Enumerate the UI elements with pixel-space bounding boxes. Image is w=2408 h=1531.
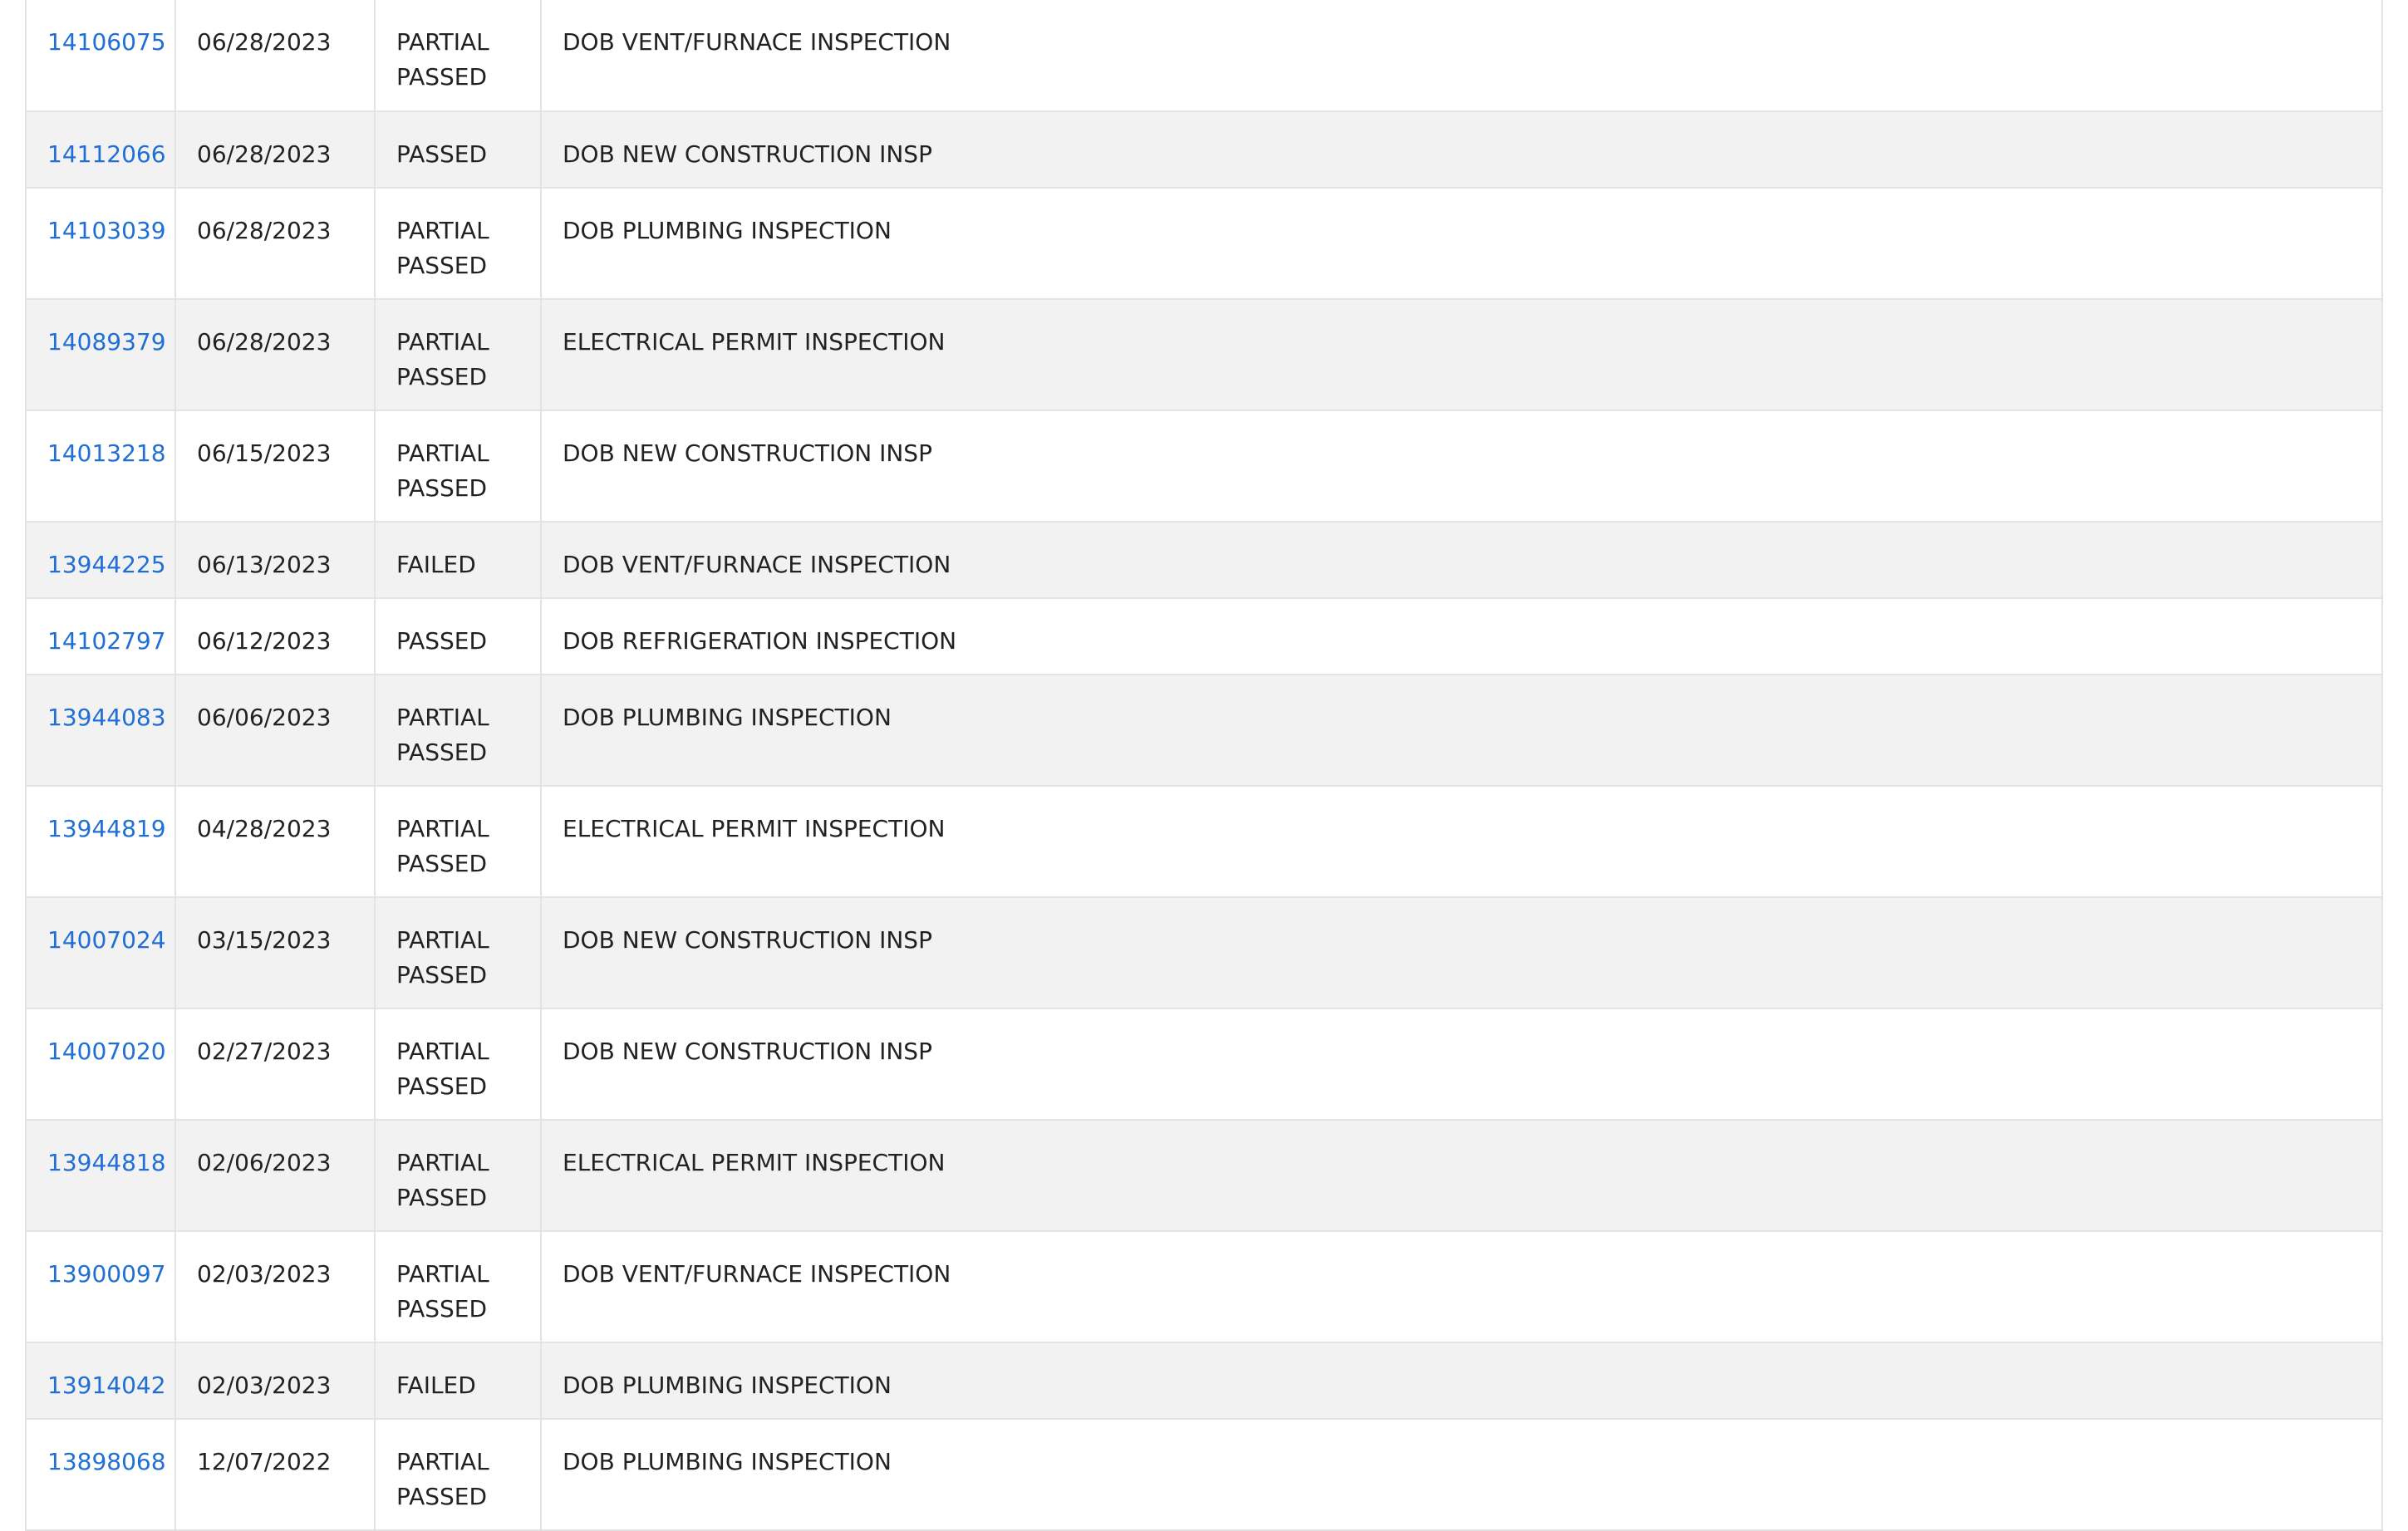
inspection-id-cell: 14089379 (25, 299, 175, 411)
inspection-id-cell: 13944818 (25, 1120, 175, 1232)
inspection-id-link[interactable]: 13898068 (47, 1448, 166, 1475)
inspection-id-link[interactable]: 14102797 (47, 627, 166, 655)
inspection-result: PARTIAL PASSED (374, 897, 541, 1009)
inspection-result: PASSED (374, 598, 541, 675)
inspection-type: DOB VENT/FURNACE INSPECTION (540, 522, 2383, 599)
inspection-id-link[interactable]: 14007024 (47, 926, 166, 954)
inspections-table: 14106075 06/28/2023 PARTIAL PASSED DOB VENT… (25, 0, 2383, 1531)
table-row: 13944819 04/28/2023 PARTIAL PASSED ELECTRIC… (25, 786, 2383, 898)
table-row: 14007024 03/15/2023 PARTIAL PASSED DOB NEW … (25, 897, 2383, 1009)
inspection-date: 12/07/2022 (174, 1419, 375, 1531)
table-row: 13898068 12/07/2022 PARTIAL PASSED DOB PLUM… (25, 1419, 2383, 1531)
table-row: 14089379 06/28/2023 PARTIAL PASSED ELECTRIC… (25, 299, 2383, 411)
inspection-id-cell: 14013218 (25, 410, 175, 523)
inspection-id-cell: 13944083 (25, 675, 175, 787)
table-row: 13914042 02/03/2023 FAILED DOB PLUMBING INS… (25, 1342, 2383, 1420)
inspection-type: DOB PLUMBING INSPECTION (540, 1342, 2383, 1420)
inspection-type: DOB VENT/FURNACE INSPECTION (540, 0, 2383, 112)
inspection-date: 06/28/2023 (174, 299, 375, 411)
inspection-result: PARTIAL PASSED (374, 1231, 541, 1343)
inspection-result: PARTIAL PASSED (374, 0, 541, 112)
inspection-date: 06/13/2023 (174, 522, 375, 599)
inspection-type: DOB NEW CONSTRUCTION INSP (540, 111, 2383, 189)
inspection-type: DOB NEW CONSTRUCTION INSP (540, 1008, 2383, 1121)
inspection-type: DOB PLUMBING INSPECTION (540, 675, 2383, 787)
inspection-id-link[interactable]: 14089379 (47, 328, 166, 356)
inspection-type: DOB PLUMBING INSPECTION (540, 1419, 2383, 1531)
inspection-result: PARTIAL PASSED (374, 299, 541, 411)
inspection-id-cell: 14106075 (25, 0, 175, 112)
inspection-result: PARTIAL PASSED (374, 675, 541, 787)
table-row: 14102797 06/12/2023 PASSED DOB REFRIGERATIO… (25, 598, 2383, 675)
inspection-result: FAILED (374, 1342, 541, 1420)
inspection-type: ELECTRICAL PERMIT INSPECTION (540, 786, 2383, 898)
inspection-id-link[interactable]: 13944818 (47, 1149, 166, 1176)
table-row: 14013218 06/15/2023 PARTIAL PASSED DOB NEW … (25, 410, 2383, 523)
inspection-result: PARTIAL PASSED (374, 1008, 541, 1121)
inspection-id-link[interactable]: 13944083 (47, 704, 166, 731)
inspection-date: 02/03/2023 (174, 1231, 375, 1343)
inspection-type: DOB NEW CONSTRUCTION INSP (540, 410, 2383, 523)
inspection-date: 02/03/2023 (174, 1342, 375, 1420)
inspection-id-cell: 13900097 (25, 1231, 175, 1343)
inspection-result: PARTIAL PASSED (374, 188, 541, 300)
table-row: 13944818 02/06/2023 PARTIAL PASSED ELECTRIC… (25, 1120, 2383, 1232)
inspection-id-link[interactable]: 14112066 (47, 140, 166, 168)
inspection-date: 06/28/2023 (174, 188, 375, 300)
inspection-id-cell: 13898068 (25, 1419, 175, 1531)
inspections-table-container: 14106075 06/28/2023 PARTIAL PASSED DOB VENT… (25, 0, 2383, 1531)
table-row: 13900097 02/03/2023 PARTIAL PASSED DOB VENT… (25, 1231, 2383, 1343)
inspection-date: 06/28/2023 (174, 0, 375, 112)
inspection-result: PARTIAL PASSED (374, 410, 541, 523)
inspection-date: 06/12/2023 (174, 598, 375, 675)
inspection-id-cell: 14103039 (25, 188, 175, 300)
inspections-table-body: 14106075 06/28/2023 PARTIAL PASSED DOB VENT… (25, 0, 2383, 1531)
table-row: 13944083 06/06/2023 PARTIAL PASSED DOB PLUM… (25, 675, 2383, 787)
inspection-id-cell: 14007020 (25, 1008, 175, 1121)
inspection-id-cell: 13944819 (25, 786, 175, 898)
inspection-type: DOB VENT/FURNACE INSPECTION (540, 1231, 2383, 1343)
inspection-id-cell: 14007024 (25, 897, 175, 1009)
inspection-date: 06/28/2023 (174, 111, 375, 189)
inspection-type: ELECTRICAL PERMIT INSPECTION (540, 1120, 2383, 1232)
inspection-id-cell: 13944225 (25, 522, 175, 599)
inspection-result: PASSED (374, 111, 541, 189)
inspection-date: 03/15/2023 (174, 897, 375, 1009)
inspection-result: PARTIAL PASSED (374, 1120, 541, 1232)
table-row: 14103039 06/28/2023 PARTIAL PASSED DOB PLUM… (25, 188, 2383, 300)
inspection-type: DOB PLUMBING INSPECTION (540, 188, 2383, 300)
inspection-id-link[interactable]: 14103039 (47, 217, 166, 244)
inspection-type: ELECTRICAL PERMIT INSPECTION (540, 299, 2383, 411)
inspection-id-cell: 13914042 (25, 1342, 175, 1420)
table-row: 14007020 02/27/2023 PARTIAL PASSED DOB NEW … (25, 1008, 2383, 1121)
inspection-id-cell: 14112066 (25, 111, 175, 189)
inspection-id-link[interactable]: 13944225 (47, 551, 166, 578)
inspection-date: 02/06/2023 (174, 1120, 375, 1232)
inspection-id-link[interactable]: 14007020 (47, 1038, 166, 1065)
inspection-date: 04/28/2023 (174, 786, 375, 898)
inspection-id-link[interactable]: 13900097 (47, 1260, 166, 1288)
inspection-id-link[interactable]: 14013218 (47, 439, 166, 467)
inspection-type: DOB NEW CONSTRUCTION INSP (540, 897, 2383, 1009)
inspection-date: 06/15/2023 (174, 410, 375, 523)
inspection-id-link[interactable]: 13944819 (47, 815, 166, 842)
table-row: 14112066 06/28/2023 PASSED DOB NEW CONSTRUC… (25, 111, 2383, 189)
inspection-result: PARTIAL PASSED (374, 786, 541, 898)
table-row: 13944225 06/13/2023 FAILED DOB VENT/FURNACE… (25, 522, 2383, 599)
inspection-result: PARTIAL PASSED (374, 1419, 541, 1531)
inspection-id-link[interactable]: 13914042 (47, 1372, 166, 1399)
table-row: 14106075 06/28/2023 PARTIAL PASSED DOB VENT… (25, 0, 2383, 112)
inspection-id-link[interactable]: 14106075 (47, 28, 166, 56)
inspection-date: 02/27/2023 (174, 1008, 375, 1121)
inspection-id-cell: 14102797 (25, 598, 175, 675)
inspection-date: 06/06/2023 (174, 675, 375, 787)
inspection-result: FAILED (374, 522, 541, 599)
inspection-type: DOB REFRIGERATION INSPECTION (540, 598, 2383, 675)
